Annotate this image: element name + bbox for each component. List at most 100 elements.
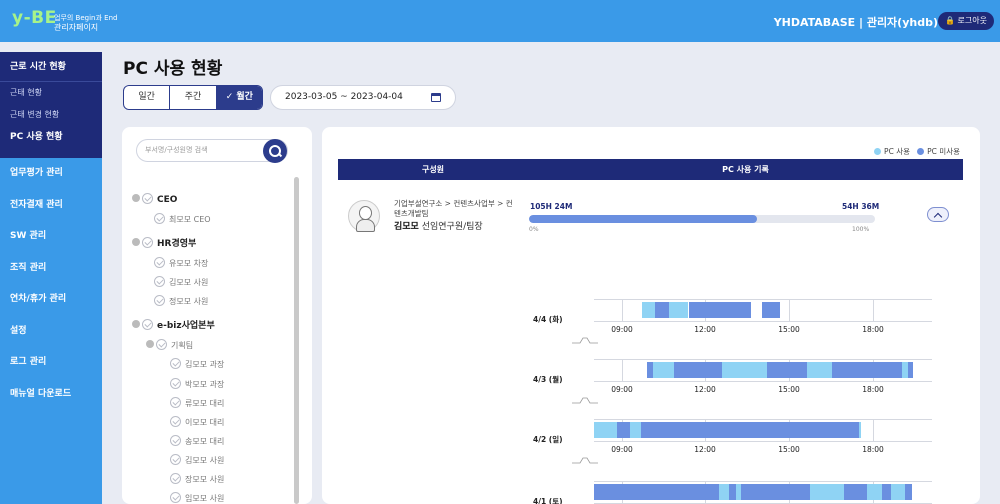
- timeline-tick: [873, 299, 874, 321]
- tab-daily[interactable]: 일간: [124, 86, 171, 109]
- checkbox-icon[interactable]: [170, 358, 181, 369]
- checkbox-icon[interactable]: [154, 295, 165, 306]
- collapse-button[interactable]: [927, 207, 949, 222]
- checkbox-icon[interactable]: [154, 276, 165, 287]
- tree-member[interactable]: 임모모 사원: [170, 492, 224, 504]
- expand-icon[interactable]: [146, 340, 154, 348]
- tree-member[interactable]: 김모모 사원: [170, 454, 224, 468]
- tab-weekly[interactable]: 주간: [170, 86, 217, 109]
- checkbox-icon[interactable]: [142, 237, 153, 248]
- expand-icon[interactable]: [132, 194, 140, 202]
- expand-icon[interactable]: [132, 238, 140, 246]
- pc-unused-segment[interactable]: [762, 302, 780, 318]
- member-name: 김모모: [394, 222, 419, 232]
- tree-member[interactable]: 장모모 사원: [170, 473, 224, 487]
- timeline-track: [594, 481, 932, 503]
- tree-node-label: CEO: [157, 195, 178, 205]
- sidebar-item-sw[interactable]: SW 관리: [0, 221, 102, 253]
- pc-unused-segment[interactable]: [641, 422, 859, 438]
- logo-subtitle: 관리자페이지: [54, 23, 99, 32]
- pc-unused-segment[interactable]: [655, 302, 669, 318]
- checkbox-icon[interactable]: [170, 473, 181, 484]
- pc-unused-segment[interactable]: [908, 362, 913, 378]
- pct-max: 100%: [852, 226, 870, 233]
- tree-member[interactable]: 박모모 과장: [170, 378, 224, 392]
- pc-unused-segment[interactable]: [767, 362, 807, 378]
- checkbox-icon[interactable]: [170, 492, 181, 503]
- time-label: 12:00: [694, 445, 716, 454]
- sidebar-group-title[interactable]: 근로 시간 현황: [0, 52, 102, 82]
- checkbox-icon[interactable]: [156, 339, 167, 350]
- pct-min: 0%: [529, 226, 539, 233]
- logout-button[interactable]: 🔒 로그아웃: [938, 12, 994, 30]
- sidebar-item-evaluation[interactable]: 업무평가 관리: [0, 158, 102, 190]
- timeline-gridline: [594, 419, 932, 420]
- tree-member[interactable]: 김모모 과장: [170, 358, 224, 372]
- legend-unused: PC 미사용: [927, 147, 960, 156]
- org-tree-panel: 부서명/구성원명 검색 CEO 최모모 CEO HR경영부 유모모 차장 김모모 사원 정…: [122, 127, 312, 504]
- timeline-gridline: [594, 441, 932, 442]
- check-icon: ✓: [225, 92, 237, 102]
- tree-node-label: 임모모 사원: [185, 494, 225, 503]
- checkbox-icon[interactable]: [170, 397, 181, 408]
- checkbox-icon[interactable]: [142, 319, 153, 330]
- tree-member[interactable]: 최모모 CEO: [154, 213, 211, 227]
- tree-dept[interactable]: CEO: [132, 193, 177, 207]
- pc-used-segment[interactable]: [736, 484, 741, 500]
- app-logo[interactable]: y-BE: [12, 8, 57, 28]
- tree-node-label: 김모모 사원: [169, 278, 209, 287]
- tree-member[interactable]: 정모모 사원: [154, 295, 208, 309]
- timeline-track: [594, 359, 932, 381]
- pc-unused-segment[interactable]: [647, 362, 653, 378]
- pc-unused-segment[interactable]: [689, 302, 751, 318]
- sidebar-item-manual[interactable]: 매뉴얼 다운로드: [0, 379, 102, 411]
- checkbox-icon[interactable]: [154, 213, 165, 224]
- tree-member[interactable]: 기획팀: [146, 339, 193, 353]
- checkbox-icon[interactable]: [142, 193, 153, 204]
- pc-unused-segment[interactable]: [617, 422, 630, 438]
- tab-monthly-label: 월간: [236, 92, 253, 102]
- time-label: 18:00: [862, 445, 884, 454]
- member-dept: 기업부설연구소 > 컨텐츠사업부 > 컨텐츠개발팀: [394, 199, 513, 218]
- tree-node-label: 기획팀: [171, 341, 194, 350]
- sidebar-sub-pc-usage[interactable]: PC 사용 현황: [0, 126, 102, 148]
- tree-member[interactable]: 류모모 대리: [170, 397, 224, 411]
- tree-node-label: 박모모 과장: [185, 380, 225, 389]
- pc-unused-segment[interactable]: [674, 362, 722, 378]
- tree-member[interactable]: 김모모 사원: [154, 276, 208, 290]
- checkbox-icon[interactable]: [170, 378, 181, 389]
- sidebar-item-approval[interactable]: 전자결재 관리: [0, 190, 102, 222]
- tab-monthly[interactable]: ✓ 월간: [216, 86, 262, 109]
- checkbox-icon[interactable]: [170, 435, 181, 446]
- tree-dept[interactable]: HR경영부: [132, 237, 196, 251]
- timeline-tick: [873, 419, 874, 441]
- expand-icon[interactable]: [132, 320, 140, 328]
- time-label: 12:00: [694, 385, 716, 394]
- checkbox-icon[interactable]: [170, 416, 181, 427]
- checkbox-icon[interactable]: [170, 454, 181, 465]
- sidebar-item-settings[interactable]: 설정: [0, 316, 102, 348]
- sidebar-item-org[interactable]: 조직 관리: [0, 253, 102, 285]
- sidebar-item-leave[interactable]: 연차/휴가 관리: [0, 284, 102, 316]
- search-button[interactable]: [263, 139, 287, 163]
- sparkline-icon: [572, 337, 598, 344]
- pc-unused-segment[interactable]: [594, 484, 912, 500]
- pc-unused-segment[interactable]: [882, 484, 891, 500]
- tree-dept[interactable]: e-biz사업본부: [132, 319, 215, 333]
- tree-member[interactable]: 유모모 차장: [154, 257, 208, 271]
- checkbox-icon[interactable]: [154, 257, 165, 268]
- calendar-icon[interactable]: [431, 93, 441, 102]
- sidebar-sub-attendance[interactable]: 근태 현황: [0, 82, 102, 104]
- page-title: PC 사용 현황: [123, 59, 223, 79]
- date-range-value: 2023-03-05 ~ 2023-04-04: [285, 92, 403, 102]
- date-range-picker[interactable]: 2023-03-05 ~ 2023-04-04: [270, 85, 456, 110]
- sidebar-sub-attendance-change[interactable]: 근태 변경 현황: [0, 104, 102, 126]
- pc-unused-segment[interactable]: [832, 362, 902, 378]
- tree-member[interactable]: 이모모 대리: [170, 416, 224, 430]
- timeline-gridline: [594, 359, 932, 360]
- pc-used-segment[interactable]: [810, 484, 844, 500]
- sidebar-item-logs[interactable]: 로그 관리: [0, 347, 102, 379]
- tree-scrollbar[interactable]: [294, 177, 299, 504]
- pc-used-segment[interactable]: [719, 484, 729, 500]
- tree-member[interactable]: 송모모 대리: [170, 435, 224, 449]
